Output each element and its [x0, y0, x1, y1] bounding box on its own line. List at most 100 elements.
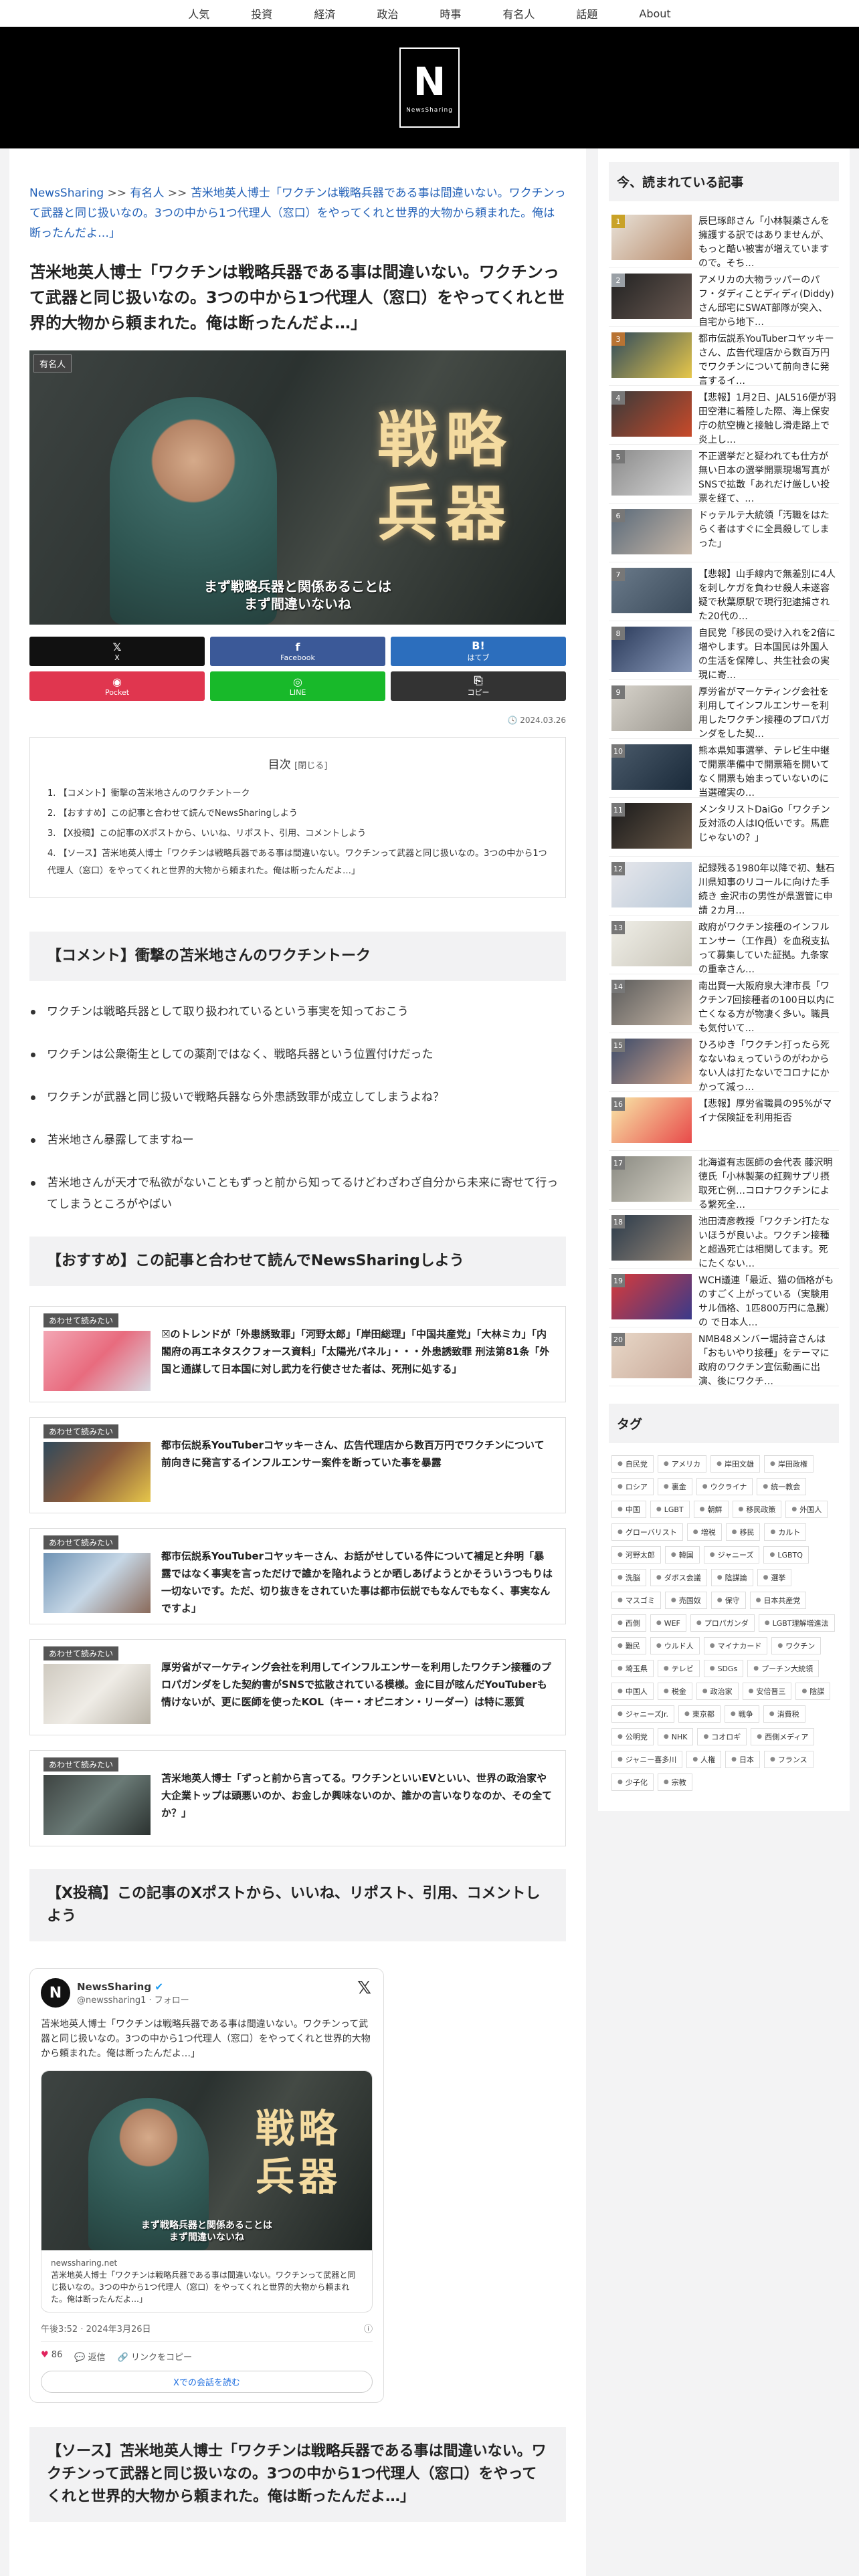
tag-link[interactable]: ● 選挙 — [757, 1569, 792, 1586]
ranking-item[interactable]: 12 記録残る1980年以降で初、魅石川県知事のリコールに向けた手続き 金沢市の男… — [609, 857, 839, 916]
tag-link[interactable]: ● 西側メディア — [751, 1728, 815, 1745]
ranking-item[interactable]: 7 【悲報】山手線内で無差別に4人を刺しケガを負わせ殺人未遂容疑で秋葉原駅で現行犯… — [609, 562, 839, 622]
toc-item[interactable]: 1. 【コメント】衝撃の苫米地さんのワクチントーク — [47, 785, 548, 802]
ranking-item[interactable]: 3 都市伝説系YouTuberコヤッキーさん、広告代理店から数百万円でワクチンにつ… — [609, 327, 839, 387]
ranking-item[interactable]: 9 厚労省がマーケティング会社を利用してインフルエンサーを利用したワクチン接種のプ… — [609, 680, 839, 740]
share-line-button[interactable]: ◎ LINE — [210, 671, 385, 701]
tag-link[interactable]: ● ウルド人 — [650, 1637, 700, 1654]
tag-link[interactable]: ● LGBT理解増進法 — [758, 1614, 835, 1632]
tag-link[interactable]: ● 中国人 — [611, 1683, 654, 1700]
tag-link[interactable]: ● 統一教会 — [757, 1478, 807, 1495]
related-card[interactable]: あわせて読みたい 苫米地英人博士「ずっと前から言ってる。ワクチンといいEVといい… — [29, 1750, 566, 1846]
site-logo[interactable]: N NewsSharing — [399, 47, 460, 128]
tag-link[interactable]: ● テレビ — [657, 1660, 700, 1677]
ranking-item[interactable]: 2 アメリカの大物ラッパーのパフ・ダディことディディ(Diddy)さん邸宅にSWA… — [609, 268, 839, 328]
ranking-item[interactable]: 14 南出賢一大阪府泉大津市長「ワクチン7回接種者の100日以内に亡くなる方が物凄… — [609, 974, 839, 1034]
tag-link[interactable]: ● 増税 — [686, 1523, 722, 1541]
toc-item[interactable]: 4. 【ソース】苫米地英人博士「ワクチンは戦略兵器である事は間違いない。ワクチン… — [47, 845, 548, 880]
ranking-item[interactable]: 13 政府がワクチン接種のインフルエンサー（工作員）を血税支払って募集していた証拠… — [609, 916, 839, 975]
tag-link[interactable]: ● 外国人 — [785, 1501, 828, 1518]
copy-link-button[interactable]: ⎘ コピー — [391, 671, 566, 701]
nav-item-politics[interactable]: 政治 — [377, 5, 398, 21]
tag-link[interactable]: ● 人権 — [686, 1751, 722, 1768]
ranking-item[interactable]: 19 WCH議連「最近、猫の価格がものすごく上がっている（実験用サル価格、1匹80… — [609, 1269, 839, 1328]
tag-link[interactable]: ● 戦争 — [724, 1705, 759, 1723]
ranking-item[interactable]: 4 【悲報】1月2日、JAL516便が羽田空港に着陸した際、海上保安庁の航空機と接… — [609, 386, 839, 445]
ranking-item[interactable]: 6 ドゥテルテ大統領「汚職をはたらく者はすぐに全員殺してしまった」 — [609, 504, 839, 562]
tag-link[interactable]: ● マスゴミ — [611, 1592, 661, 1609]
toc-item[interactable]: 2. 【おすすめ】この記事と合わせて読んでNewsSharingしよう — [47, 805, 548, 823]
tag-link[interactable]: ● 陰謀 — [795, 1683, 831, 1700]
tag-link[interactable]: ● 岸田文雄 — [710, 1455, 761, 1473]
tag-link[interactable]: ● アメリカ — [657, 1455, 707, 1473]
ranking-item[interactable]: 1 辰巳琢郎さん「小林製薬さんを擁護する訳ではありませんが、もっと酷い被害が増えて… — [609, 209, 839, 269]
info-icon[interactable]: ⓘ — [364, 2322, 373, 2335]
ranking-item[interactable]: 16 【悲報】厚労省職員の95%がマイナ保険証を利用拒否 — [609, 1092, 839, 1151]
tag-link[interactable]: ● プーチン大統領 — [747, 1660, 820, 1677]
tag-link[interactable]: ● 保守 — [710, 1592, 746, 1609]
nav-item-economy[interactable]: 経済 — [314, 5, 335, 21]
tag-link[interactable]: ● WEF — [650, 1614, 686, 1632]
tag-link[interactable]: ● 自民党 — [611, 1455, 654, 1473]
tag-link[interactable]: ● 日本共産党 — [749, 1592, 807, 1609]
tag-link[interactable]: ● ジャニーズJr. — [611, 1705, 675, 1723]
reply-button[interactable]: 💬 返信 — [74, 2350, 105, 2363]
share-pocket-button[interactable]: ◉ Pocket — [29, 671, 205, 701]
tag-link[interactable]: ● 岸田政権 — [764, 1455, 814, 1473]
copy-link-x-button[interactable]: 🔗 リンクをコピー — [118, 2350, 192, 2363]
tag-link[interactable]: ● 消費税 — [763, 1705, 805, 1723]
tag-link[interactable]: ● 安倍晋三 — [742, 1683, 792, 1700]
tag-link[interactable]: ● ウクライナ — [696, 1478, 753, 1495]
tag-link[interactable]: ● 公明党 — [611, 1728, 654, 1745]
tag-link[interactable]: ● 政治家 — [696, 1683, 739, 1700]
tag-link[interactable]: ● グローバリスト — [611, 1523, 683, 1541]
tag-link[interactable]: ● ジャニーズ — [703, 1546, 760, 1564]
ranking-item[interactable]: 17 北海道有志医師の会代表 藤沢明徳氏「小林製薬の紅麹サプリ摂取死亡例…コロナワ… — [609, 1151, 839, 1210]
tag-link[interactable]: ● 移民政策 — [732, 1501, 782, 1518]
tag-link[interactable]: ● 西側 — [611, 1614, 646, 1632]
category-badge[interactable]: 有名人 — [33, 354, 72, 372]
tag-link[interactable]: ● フランス — [764, 1751, 814, 1768]
tag-link[interactable]: ● ロシア — [611, 1478, 654, 1495]
toc-close-button[interactable]: [閉じる] — [294, 761, 327, 771]
breadcrumb-home[interactable]: NewsSharing — [29, 187, 104, 200]
tag-link[interactable]: ● 少子化 — [611, 1774, 654, 1791]
related-card[interactable]: あわせて読みたい ☒のトレンドが「外患誘致罪」「河野太郎」「岸田総理」「中国共産… — [29, 1306, 566, 1402]
tag-link[interactable]: ● 裏金 — [657, 1478, 692, 1495]
tag-link[interactable]: ● 朝鮮 — [693, 1501, 729, 1518]
tag-link[interactable]: ● 宗教 — [657, 1774, 692, 1791]
breadcrumb-category[interactable]: 有名人 — [130, 187, 165, 200]
tag-link[interactable]: ● マイナカード — [703, 1637, 768, 1654]
read-more-replies-button[interactable]: Xでの会話を読む — [41, 2371, 373, 2393]
tag-link[interactable]: ● コオロギ — [697, 1728, 747, 1745]
ranking-item[interactable]: 10 熊本県知事選挙、テレビ生中継で開票準備中で開票箱を開いてなく開票も始まってい… — [609, 739, 839, 798]
ranking-item[interactable]: 8 自民党「移民の受け入れを2倍に増やします。日本国民は外国人の生活を保障し、共生… — [609, 621, 839, 681]
avatar[interactable]: N — [41, 1978, 70, 2008]
ranking-item[interactable]: 20 NMB48メンバー堀詩音さんは「おもいやり接種」をテーマに政府のワクチン宣伝… — [609, 1327, 839, 1387]
tag-link[interactable]: ● 難民 — [611, 1637, 646, 1654]
tag-link[interactable]: ● 陰謀論 — [710, 1569, 753, 1586]
tag-link[interactable]: ● LGBTQ — [763, 1546, 809, 1564]
nav-item-about[interactable]: About — [639, 7, 670, 20]
nav-item-topics[interactable]: 話題 — [576, 5, 597, 21]
related-card[interactable]: あわせて読みたい 都市伝説系YouTuberコヤッキーさん、お話がせしている件に… — [29, 1528, 566, 1624]
share-hatena-button[interactable]: B! はてブ — [391, 637, 566, 666]
like-button[interactable]: ♥ 86 — [41, 2350, 62, 2363]
nav-item-celebrities[interactable]: 有名人 — [502, 5, 535, 21]
tag-link[interactable]: ● ジャニー喜多川 — [611, 1751, 683, 1768]
nav-item-current-affairs[interactable]: 時事 — [440, 5, 461, 21]
tag-link[interactable]: ● プロパガンダ — [690, 1614, 755, 1632]
tag-link[interactable]: ● 税金 — [657, 1683, 692, 1700]
ranking-item[interactable]: 11 メンタリストDaiGo「ワクチン反対派の人はIQ低いです。馬鹿じゃないの？」 — [609, 798, 839, 857]
tag-link[interactable]: ● 埼玉県 — [611, 1660, 654, 1677]
tag-link[interactable]: ● 日本 — [725, 1751, 761, 1768]
ranking-item[interactable]: 15 ひろゆき「ワクチン打ったら死なないねぇっていうのがわからない人は打たないでコ… — [609, 1033, 839, 1093]
related-card[interactable]: あわせて読みたい 都市伝説系YouTuberコヤッキーさん、広告代理店から数百万… — [29, 1417, 566, 1513]
tag-link[interactable]: ● カルト — [764, 1523, 807, 1541]
tag-link[interactable]: ● ダボス会議 — [650, 1569, 707, 1586]
tag-link[interactable]: ● 移民 — [725, 1523, 761, 1541]
nav-item-popular[interactable]: 人気 — [188, 5, 209, 21]
nav-item-investment[interactable]: 投資 — [251, 5, 272, 21]
tag-link[interactable]: ● 韓国 — [664, 1546, 700, 1564]
x-logo-icon[interactable]: 𝕏 — [357, 1978, 371, 1998]
